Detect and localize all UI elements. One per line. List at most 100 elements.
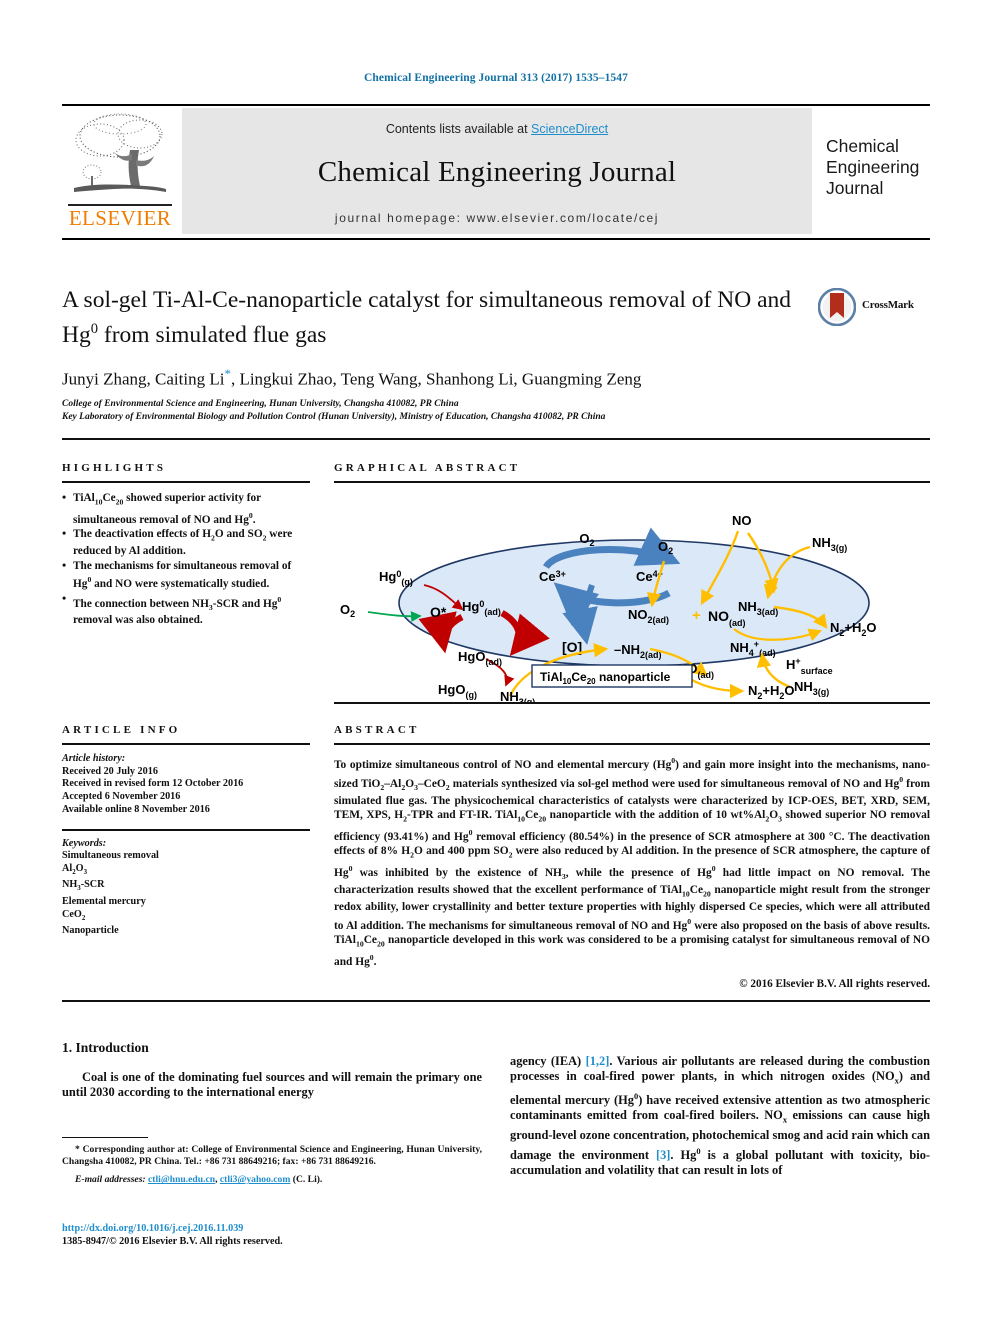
corresponding-author-text: Corresponding author at: College of Envi…	[62, 1144, 482, 1168]
list-item: The connection between NH3-SCR and Hg0 r…	[62, 592, 310, 628]
history-item: Received 20 July 2016	[62, 765, 158, 777]
cover-line-3: Journal	[826, 178, 884, 198]
keyword-item: Al2O3	[62, 862, 88, 876]
journal-homepage[interactable]: journal homepage: www.elsevier.com/locat…	[182, 211, 812, 225]
list-item: The deactivation effects of H2O and SO2 …	[62, 527, 310, 558]
history-item: Accepted 6 November 2016	[62, 790, 181, 802]
authors-before-star: Junyi Zhang, Caiting Li	[62, 369, 225, 389]
abstract-copyright: © 2016 Elsevier B.V. All rights reserved…	[739, 977, 930, 990]
article-info-heading: ARTICLE INFO	[62, 724, 181, 736]
elsevier-logo: ELSEVIER	[62, 108, 178, 234]
abstract-rule	[334, 743, 930, 746]
graphical-abstract-figure: O2 Ce3+ Ce4+ [O] Hg0(g) Hg0(ad) O* HgO(a…	[334, 489, 930, 707]
title-block: CrossMark A sol-gel Ti-Al-Ce-nanoparticl…	[62, 286, 930, 424]
article-info-rule	[62, 743, 310, 746]
keywords-divider	[62, 829, 310, 831]
masthead-top-rule	[62, 104, 930, 106]
graphical-abstract-section: GRAPHICAL ABSTRACT O2 Ce3+ Ce4+ [O] Hg0(…	[334, 462, 930, 707]
intro-paragraph-right: agency (IEA) [1,2]. Various air pollutan…	[510, 1054, 931, 1177]
article-history-block: Article history: Received 20 July 2016 R…	[62, 753, 310, 816]
abstract-bottom-rule	[62, 1000, 930, 1002]
abstract-heading: ABSTRACT	[334, 724, 420, 736]
article-info-section: ARTICLE INFO Article history: Received 2…	[62, 724, 310, 938]
keyword-item: Simultaneous removal	[62, 850, 159, 862]
email-note: E-mail addresses: ctli@hnu.edu.cn, ctli3…	[62, 1174, 482, 1186]
title-text-part2: from simulated flue gas	[98, 321, 327, 348]
article-history-label: Article history:	[62, 753, 126, 765]
graphical-abstract-bottom-rule	[334, 702, 930, 704]
article-page: Chemical Engineering Journal 313 (2017) …	[0, 0, 992, 1323]
svg-text:O2: O2	[340, 602, 355, 619]
section-heading-introduction: 1. Introduction	[62, 1040, 149, 1055]
email-suffix: (C. Li).	[290, 1174, 323, 1186]
abstract-section: ABSTRACT To optimize simultaneous contro…	[334, 724, 930, 990]
masthead-bottom-rule	[62, 238, 930, 240]
crossmark-label: CrossMark	[862, 299, 914, 311]
svg-text:N2+H2O: N2+H2O	[748, 683, 795, 701]
cover-line-2: Engineering	[826, 157, 920, 177]
corresponding-author-note: * Corresponding author at: College of En…	[62, 1144, 482, 1168]
svg-text:O2: O2	[579, 531, 594, 548]
citation-ref-2[interactable]: [3]	[656, 1148, 670, 1162]
keyword-item: CeO2	[62, 908, 86, 922]
running-head: Chemical Engineering Journal 313 (2017) …	[364, 72, 628, 84]
abstract-text: To optimize simultaneous control of NO a…	[334, 756, 931, 968]
email-label: E-mail addresses:	[75, 1174, 146, 1186]
doi-block: http://dx.doi.org/10.1016/j.cej.2016.11.…	[62, 1222, 482, 1248]
affiliations: College of Environmental Science and Eng…	[62, 398, 930, 424]
intro-paragraph-left: Coal is one of the dominating fuel sourc…	[62, 1070, 482, 1100]
list-item: TiAl10Ce20 showed superior activity for …	[62, 491, 310, 527]
page-title: A sol-gel Ti-Al-Ce-nanoparticle catalyst…	[62, 286, 832, 350]
affiliation-1: College of Environmental Science and Eng…	[62, 399, 459, 410]
crossmark-icon	[817, 287, 857, 327]
intro-right-part-a: agency (IEA)	[510, 1054, 586, 1068]
svg-text:NH3(g): NH3(g)	[812, 535, 847, 553]
contents-prefix: Contents lists available at	[385, 122, 532, 136]
authors-after-star: , Lingkui Zhao, Teng Wang, Shanhong Li, …	[230, 369, 642, 389]
svg-text:TiAl10Ce20 nanoparticle: TiAl10Ce20 nanoparticle	[540, 670, 671, 686]
masthead-center-band: Contents lists available at ScienceDirec…	[182, 108, 812, 234]
journal-title: Chemical Engineering Journal	[317, 156, 677, 188]
citation-ref-1[interactable]: [1,2]	[586, 1054, 610, 1068]
svg-text:O*: O*	[430, 604, 447, 620]
svg-text:Hg0(g): Hg0(g)	[379, 569, 413, 587]
history-item: Received in revised form 12 October 2016	[62, 778, 244, 790]
graphical-abstract-heading: GRAPHICAL ABSTRACT	[334, 462, 521, 474]
crossmark-badge[interactable]: CrossMark	[817, 287, 930, 328]
highlights-heading: HIGHLIGHTS	[62, 462, 167, 474]
svg-text:HgO(g): HgO(g)	[438, 682, 477, 700]
svg-text:+: +	[692, 607, 701, 624]
email-link-1[interactable]: ctli@hnu.edu.cn	[148, 1174, 215, 1185]
elsevier-tree-icon	[70, 110, 170, 204]
title-superscript: 0	[90, 321, 99, 337]
elsevier-wordmark: ELSEVIER	[68, 206, 172, 230]
history-item: Available online 8 November 2016	[62, 803, 210, 815]
footnote-marker: *	[75, 1144, 80, 1155]
journal-masthead: ELSEVIER Contents lists available at Sci…	[62, 108, 930, 234]
footnote-block: * Corresponding author at: College of En…	[62, 1144, 482, 1187]
svg-text:NH3(g): NH3(g)	[794, 679, 829, 697]
doi-link[interactable]: http://dx.doi.org/10.1016/j.cej.2016.11.…	[62, 1222, 482, 1235]
keywords-label: Keywords:	[62, 837, 107, 849]
journal-cover-thumbnail: Chemical Engineering Journal	[822, 108, 930, 234]
svg-text:H+surface: H+surface	[786, 656, 833, 676]
cover-title-text: Chemical Engineering Journal	[826, 136, 930, 199]
keyword-item: Nanoparticle	[62, 925, 119, 937]
contents-line: Contents lists available at ScienceDirec…	[182, 108, 812, 136]
author-list: Junyi Zhang, Caiting Li*, Lingkui Zhao, …	[62, 366, 930, 390]
keyword-item: NH3-SCR	[62, 879, 105, 893]
intro-column-left: 1. Introduction Coal is one of the domin…	[62, 1040, 482, 1101]
highlights-section: HIGHLIGHTS TiAl10Ce20 showed superior ac…	[62, 462, 310, 629]
sciencedirect-link[interactable]: ScienceDirect	[531, 122, 608, 136]
email-link-2[interactable]: ctli3@yahoo.com	[220, 1174, 290, 1185]
svg-text:NO: NO	[732, 513, 752, 528]
list-item: The mechanisms for simultaneous removal …	[62, 559, 310, 592]
graphical-abstract-rule	[334, 481, 930, 484]
highlights-rule	[62, 481, 310, 484]
cover-line-1: Chemical	[826, 136, 899, 156]
keyword-item: Elemental mercury	[62, 895, 146, 907]
issn-copyright-line: 1385-8947/© 2016 Elsevier B.V. All right…	[62, 1236, 283, 1247]
footnote-rule	[62, 1137, 148, 1139]
keywords-block: Keywords: Simultaneous removal Al2O3 NH3…	[62, 838, 310, 938]
title-block-rule	[62, 438, 930, 440]
